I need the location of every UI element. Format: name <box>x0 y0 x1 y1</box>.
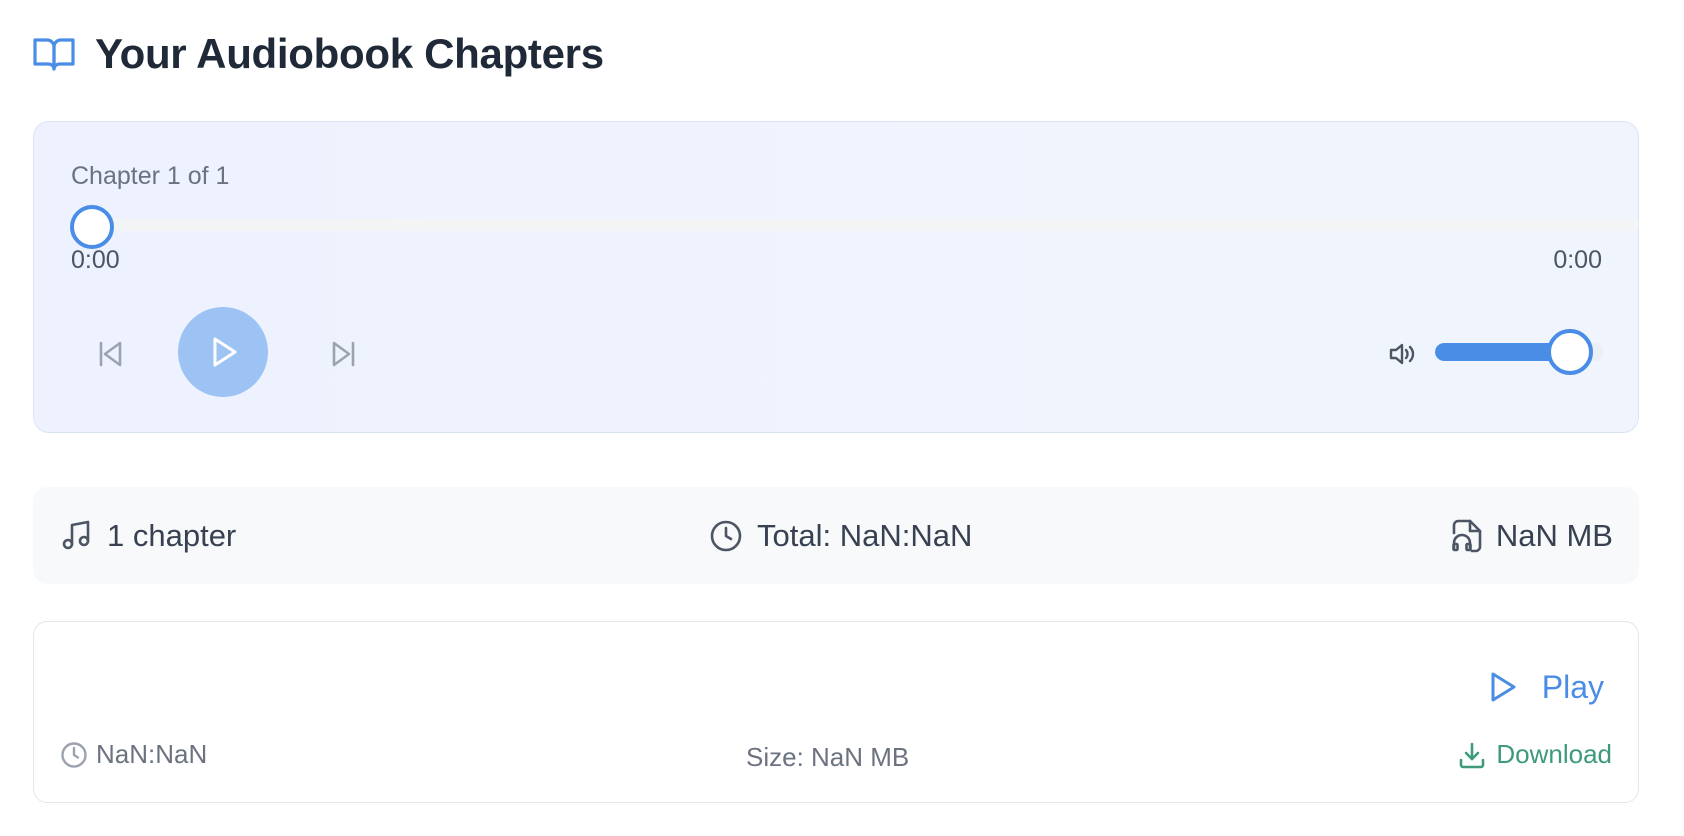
skip-back-icon <box>99 341 122 367</box>
book-open-icon <box>33 34 75 74</box>
chapter-indicator: Chapter 1 of 1 <box>71 162 230 190</box>
chapter-play-label: Play <box>1541 668 1604 705</box>
music-note-icon <box>62 520 90 549</box>
chapter-download-label: Download <box>1496 739 1612 769</box>
chapter-duration-text: NaN:NaN <box>96 739 208 769</box>
chapter-download-link[interactable]: Download <box>1458 739 1612 770</box>
previous-chapter-button[interactable] <box>89 332 133 376</box>
chapter-count-text: 1 chapter <box>107 517 237 553</box>
chapter-card: Play NaN:NaN Size: NaN MB Download <box>33 621 1639 803</box>
total-size-summary: NaN MB <box>1452 487 1613 584</box>
audiobook-summary: 1 chapter Total: NaN:NaN NaN MB <box>33 487 1639 584</box>
chapter-play-button[interactable]: Play <box>1488 662 1604 712</box>
clock-icon <box>61 741 87 768</box>
volume-slider-thumb[interactable] <box>1547 329 1593 375</box>
chapter-duration: NaN:NaN <box>60 739 207 770</box>
progress-slider-thumb[interactable] <box>70 205 114 249</box>
volume-icon[interactable] <box>1386 337 1420 371</box>
audio-player: Chapter 1 of 1 0:00 0:00 <box>33 121 1639 433</box>
chapter-size: Size: NaN MB <box>746 742 910 772</box>
play-icon <box>1491 672 1516 702</box>
next-chapter-button[interactable] <box>321 332 365 376</box>
total-duration: 0:00 <box>1553 246 1602 274</box>
total-duration-text: Total: NaN:NaN <box>757 517 973 553</box>
play-button[interactable] <box>178 307 268 397</box>
download-icon <box>1460 742 1485 768</box>
current-time: 0:00 <box>71 246 120 274</box>
page-header: Your Audiobook Chapters <box>33 28 604 80</box>
play-icon <box>213 337 237 367</box>
page-title: Your Audiobook Chapters <box>95 30 604 77</box>
skip-forward-icon <box>332 341 355 367</box>
progress-track[interactable] <box>91 219 1639 231</box>
chapter-count: 1 chapter <box>61 487 236 584</box>
total-duration-summary: Total: NaN:NaN <box>709 487 972 584</box>
clock-icon <box>710 520 742 551</box>
total-size-text: NaN MB <box>1495 517 1613 553</box>
file-audio-icon <box>1452 519 1482 552</box>
